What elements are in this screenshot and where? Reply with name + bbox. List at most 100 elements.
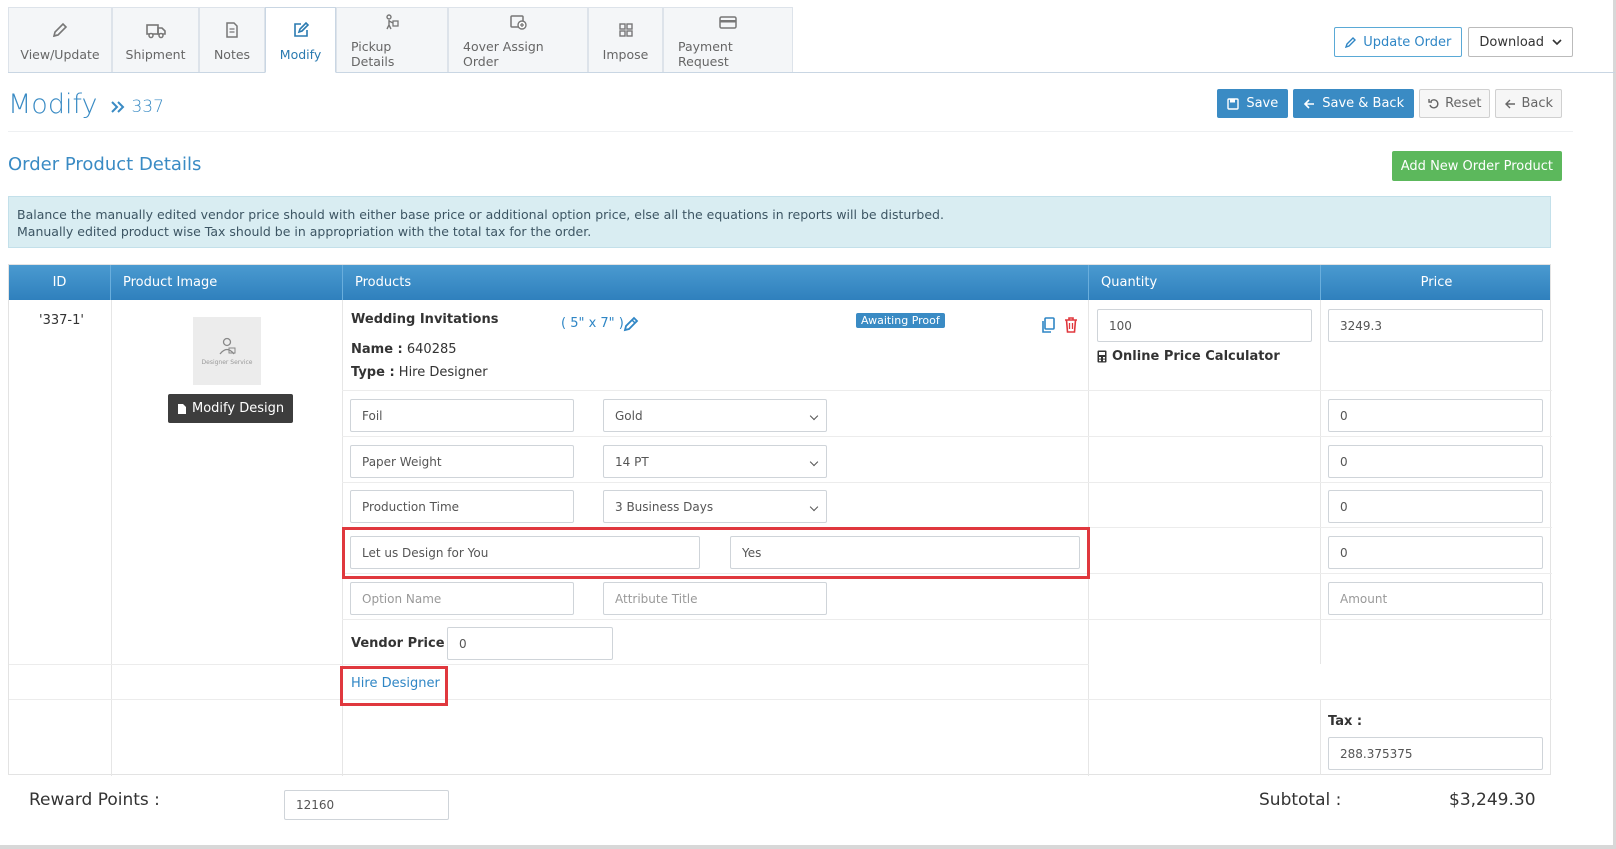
- reward-points-input[interactable]: 12160: [284, 790, 449, 820]
- edit-size-icon[interactable]: [622, 315, 640, 337]
- page-frame: View/Update Shipment Notes Modify Pickup…: [0, 0, 1616, 849]
- tax-label: Tax :: [1328, 714, 1363, 729]
- calculator-label: Online Price Calculator: [1112, 349, 1280, 364]
- pencil-icon: [1345, 37, 1357, 48]
- grid-line: [9, 699, 1552, 700]
- option-value-select[interactable]: 14 PT: [603, 445, 827, 478]
- name-value: 640285: [406, 342, 457, 357]
- save-label: Save: [1246, 96, 1279, 111]
- top-actions: Update Order Download: [1334, 27, 1573, 57]
- alert-line-2: Manually edited product wise Tax should …: [17, 224, 592, 239]
- assign-icon: [508, 11, 528, 33]
- table-header: ID Product Image Products Quantity Price: [9, 265, 1550, 300]
- tab-4over-assign-order[interactable]: 4over Assign Order: [448, 7, 588, 72]
- option-name-input[interactable]: Foil: [350, 399, 574, 432]
- save-button[interactable]: Save: [1217, 89, 1289, 118]
- grid-line: [111, 300, 112, 776]
- chevron-down-icon: [1552, 39, 1562, 46]
- double-chevron-right-icon: [111, 101, 125, 113]
- option-name-input[interactable]: Production Time: [350, 490, 574, 523]
- grid-line: [342, 436, 1552, 437]
- truck-icon: [145, 19, 167, 41]
- option-price-input[interactable]: 0: [1328, 536, 1543, 569]
- save-back-button[interactable]: Save & Back: [1293, 89, 1415, 118]
- update-order-label: Update Order: [1363, 34, 1452, 50]
- modify-design-label: Modify Design: [192, 401, 285, 416]
- designer-icon: [219, 337, 236, 355]
- col-product-image: Product Image: [111, 265, 343, 300]
- grid-line: [342, 390, 1552, 391]
- option-value-select[interactable]: 3 Business Days: [603, 490, 827, 523]
- add-new-order-product-button[interactable]: Add New Order Product: [1391, 151, 1562, 181]
- row-id: '337-1': [39, 313, 84, 328]
- save-back-label: Save & Back: [1322, 96, 1405, 111]
- calculator-icon: [1097, 350, 1107, 363]
- page-title-text: Modify: [8, 89, 98, 120]
- new-amount-input[interactable]: Amount: [1328, 582, 1543, 615]
- update-order-button[interactable]: Update Order: [1334, 27, 1463, 57]
- type-label: Type :: [351, 365, 395, 380]
- type-line: Type : Hire Designer: [351, 365, 488, 380]
- tab-label: Shipment: [125, 46, 186, 62]
- back-label: Back: [1521, 96, 1553, 111]
- option-price-input[interactable]: 0: [1328, 490, 1543, 523]
- option-price-input[interactable]: 0: [1328, 445, 1543, 478]
- product-size: ( 5" x 7" ): [561, 316, 624, 331]
- tab-shipment[interactable]: Shipment: [112, 7, 199, 72]
- online-price-calculator-link[interactable]: Online Price Calculator: [1097, 349, 1280, 364]
- reset-button[interactable]: Reset: [1419, 89, 1491, 118]
- edit-icon: [292, 19, 310, 41]
- col-id: ID: [9, 265, 111, 300]
- tab-modify[interactable]: Modify: [265, 7, 336, 73]
- order-products-table: ID Product Image Products Quantity Price…: [8, 264, 1552, 776]
- tab-payment-request[interactable]: Payment Request: [663, 7, 793, 72]
- vendor-price-input[interactable]: 0: [447, 627, 613, 660]
- card-icon: [718, 11, 738, 33]
- product-name: Wedding Invitations: [351, 312, 499, 327]
- new-attribute-title-input[interactable]: Attribute Title: [603, 582, 827, 615]
- tab-label: 4over Assign Order: [463, 39, 544, 69]
- reset-label: Reset: [1445, 96, 1482, 111]
- download-dropdown[interactable]: Download: [1468, 27, 1573, 57]
- col-quantity: Quantity: [1089, 265, 1321, 300]
- back-button[interactable]: Back: [1495, 89, 1562, 118]
- download-label: Download: [1479, 34, 1544, 50]
- grid-line: [1320, 699, 1321, 775]
- tax-input[interactable]: 288.375375: [1328, 737, 1543, 770]
- grid-line: [9, 664, 1089, 665]
- tab-view-update[interactable]: View/Update: [8, 7, 112, 72]
- trash-icon[interactable]: [1063, 316, 1079, 338]
- subtotal-label: Subtotal :: [1259, 790, 1342, 810]
- file-icon: [178, 403, 186, 414]
- thumb-caption: Designer Service: [201, 359, 253, 366]
- grid-line: [342, 482, 1552, 483]
- copy-icon[interactable]: [1040, 316, 1056, 338]
- document-icon: [224, 19, 240, 41]
- tab-label: Pickup Details: [351, 39, 395, 69]
- vendor-price-label: Vendor Price :: [351, 636, 455, 651]
- pickup-icon: [384, 11, 400, 33]
- highlight-box: [342, 527, 1090, 579]
- arrow-left-icon: [1505, 99, 1516, 108]
- price-input[interactable]: 3249.3: [1328, 309, 1543, 342]
- col-price: Price: [1420, 275, 1453, 290]
- name-line: Name : 640285: [351, 342, 457, 357]
- new-option-name-input[interactable]: Option Name: [350, 582, 574, 615]
- breadcrumb: 337: [111, 97, 164, 117]
- subtotal-value: $3,249.30: [1449, 790, 1536, 810]
- divider: [8, 131, 1573, 132]
- quantity-input[interactable]: 100: [1097, 309, 1312, 342]
- pencil-icon: [51, 19, 69, 41]
- tab-notes[interactable]: Notes: [199, 7, 265, 72]
- option-value-select[interactable]: Gold: [603, 399, 827, 432]
- tab-label: Impose: [602, 46, 649, 62]
- modify-design-button[interactable]: Modify Design: [168, 394, 294, 423]
- option-price-input[interactable]: 0: [1328, 399, 1543, 432]
- name-label: Name :: [351, 342, 403, 357]
- option-name-input[interactable]: Paper Weight: [350, 445, 574, 478]
- tab-impose[interactable]: Impose: [588, 7, 663, 72]
- reward-points-label: Reward Points :: [29, 790, 160, 810]
- grid-line: [342, 619, 1552, 620]
- tab-pickup-details[interactable]: Pickup Details: [336, 7, 448, 72]
- status-badge: Awaiting Proof: [856, 313, 945, 328]
